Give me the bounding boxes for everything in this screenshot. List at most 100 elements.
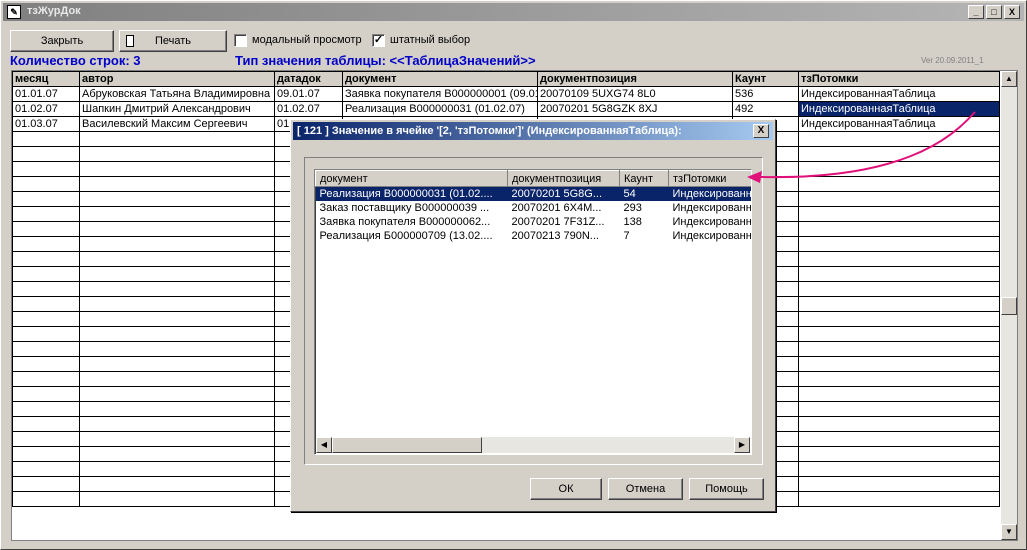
table-cell[interactable] — [79, 206, 275, 222]
dialog-title[interactable]: [ 121 ] Значение в ячейке '[2, 'тзПотомк… — [293, 122, 773, 140]
table-row[interactable]: 01.02.07 Шапкин Дмитрий Александрович 01.0… — [12, 101, 1000, 117]
table-cell[interactable] — [12, 416, 80, 432]
table-cell[interactable] — [798, 221, 1000, 237]
table-row[interactable]: 01.01.07 Абруковская Татьяна Владимировна… — [12, 86, 1000, 102]
table-cell[interactable] — [12, 446, 80, 462]
column-header[interactable]: документпозиция — [537, 71, 733, 87]
nested-table-row[interactable]: Реализация Б000000709 (13.02.... 20070213… — [316, 229, 752, 243]
table-cell[interactable] — [12, 326, 80, 342]
table-cell[interactable] — [79, 491, 275, 507]
table-cell[interactable] — [798, 266, 1000, 282]
nested-table-cell[interactable]: Реализация В000000031 (01.02.... — [315, 186, 508, 201]
table-cell[interactable]: 536 — [732, 86, 799, 102]
scroll-up-button[interactable]: ▲ — [1001, 71, 1017, 87]
table-cell[interactable] — [12, 476, 80, 492]
nested-table-row[interactable]: Заявка покупателя В000000062... 20070201 … — [316, 215, 752, 229]
table-cell[interactable] — [12, 341, 80, 357]
table-cell[interactable] — [798, 356, 1000, 372]
table-cell[interactable] — [12, 401, 80, 417]
table-cell[interactable] — [79, 341, 275, 357]
title-bar[interactable]: ✎ тзЖурДок _ □ X — [3, 3, 1024, 21]
table-cell[interactable]: 01.02.07 — [12, 101, 80, 117]
table-cell[interactable] — [798, 206, 1000, 222]
table-cell[interactable]: 20070201 5G8GZK 8XJ — [537, 101, 733, 117]
table-cell[interactable] — [79, 416, 275, 432]
close-window-button[interactable]: X — [1004, 5, 1020, 19]
table-cell[interactable] — [798, 281, 1000, 297]
table-cell[interactable] — [798, 446, 1000, 462]
table-cell[interactable]: 01.01.07 — [12, 86, 80, 102]
table-cell[interactable]: 01.03.07 — [12, 116, 80, 132]
table-cell[interactable] — [79, 176, 275, 192]
table-cell[interactable]: Заявка покупателя В000000001 (09.01.07) — [342, 86, 538, 102]
table-cell[interactable] — [79, 146, 275, 162]
table-cell[interactable] — [79, 296, 275, 312]
table-cell[interactable] — [798, 461, 1000, 477]
nested-table-cell[interactable]: Индексированн... — [669, 201, 752, 215]
close-button[interactable]: Закрыть — [10, 30, 114, 52]
table-cell[interactable] — [79, 236, 275, 252]
table-cell[interactable] — [12, 236, 80, 252]
nested-table-row[interactable]: Реализация В000000031 (01.02.... 20070201… — [315, 186, 751, 201]
nested-table-cell[interactable]: 20070201 6X4M... — [508, 201, 620, 215]
nested-table-cell[interactable]: Заявка покупателя В000000062... — [316, 215, 508, 229]
column-header[interactable]: датадок — [274, 71, 343, 87]
table-cell[interactable] — [79, 266, 275, 282]
table-cell[interactable] — [798, 371, 1000, 387]
table-cell[interactable] — [798, 311, 1000, 327]
table-cell[interactable] — [79, 386, 275, 402]
table-cell[interactable] — [79, 311, 275, 327]
nested-table-row[interactable]: Заказ поставщику В000000039 ... 20070201 … — [316, 201, 752, 215]
column-header[interactable]: Каунт — [732, 71, 799, 87]
table-cell[interactable] — [12, 281, 80, 297]
standard-select-checkbox[interactable]: ✓ — [372, 34, 385, 47]
nested-table-cell[interactable]: Индексированн... — [668, 186, 751, 201]
table-cell[interactable] — [79, 371, 275, 387]
cancel-button[interactable]: Отмена — [608, 478, 683, 500]
table-cell[interactable]: Василевский Максим Сергеевич — [79, 116, 275, 132]
modal-view-checkbox[interactable] — [234, 34, 247, 47]
nested-table-cell[interactable]: 138 — [620, 215, 669, 229]
table-cell[interactable]: ИндексированнаяТаблица — [798, 116, 1000, 132]
scroll-thumb[interactable] — [1001, 297, 1017, 315]
nested-table[interactable]: документ документпозиция Каунт тзПотомки Ре… — [314, 169, 752, 455]
nested-table-cell[interactable]: Индексированн... — [669, 215, 752, 229]
table-cell[interactable] — [79, 461, 275, 477]
table-cell[interactable] — [798, 236, 1000, 252]
table-cell[interactable] — [12, 191, 80, 207]
table-cell[interactable] — [798, 176, 1000, 192]
table-cell[interactable] — [798, 476, 1000, 492]
table-cell[interactable]: 492 — [732, 101, 799, 117]
table-cell[interactable] — [12, 461, 80, 477]
table-cell[interactable] — [798, 386, 1000, 402]
table-cell[interactable]: ИндексированнаяТаблица — [798, 101, 1000, 117]
scroll-right-button[interactable]: ▶ — [734, 437, 750, 453]
nested-table-cell[interactable]: 54 — [619, 186, 669, 201]
table-cell[interactable] — [798, 491, 1000, 507]
table-cell[interactable] — [12, 146, 80, 162]
column-header[interactable]: автор — [79, 71, 275, 87]
table-cell[interactable] — [798, 326, 1000, 342]
table-cell[interactable] — [12, 356, 80, 372]
table-cell[interactable] — [79, 131, 275, 147]
table-cell[interactable]: 01.02.07 — [274, 101, 343, 117]
table-cell[interactable]: Абруковская Татьяна Владимировна — [79, 86, 275, 102]
maximize-button[interactable]: □ — [986, 5, 1002, 19]
table-cell[interactable] — [79, 476, 275, 492]
horizontal-scroll-thumb[interactable] — [332, 437, 482, 453]
table-cell[interactable] — [12, 176, 80, 192]
table-cell[interactable] — [12, 491, 80, 507]
table-cell[interactable]: ИндексированнаяТаблица — [798, 86, 1000, 102]
print-button[interactable]: Печать — [119, 30, 227, 52]
table-cell[interactable] — [79, 446, 275, 462]
table-cell[interactable] — [798, 431, 1000, 447]
ok-button[interactable]: ОК — [530, 478, 602, 500]
main-vertical-scrollbar[interactable]: ▲ ▼ — [1001, 71, 1017, 540]
table-cell[interactable] — [79, 161, 275, 177]
table-cell[interactable] — [798, 191, 1000, 207]
table-cell[interactable] — [798, 401, 1000, 417]
table-cell[interactable] — [79, 251, 275, 267]
table-cell[interactable] — [12, 386, 80, 402]
table-cell[interactable]: 20070109 5UXG74 8L0 — [537, 86, 733, 102]
nested-column-header[interactable]: документпозиция — [507, 170, 620, 187]
